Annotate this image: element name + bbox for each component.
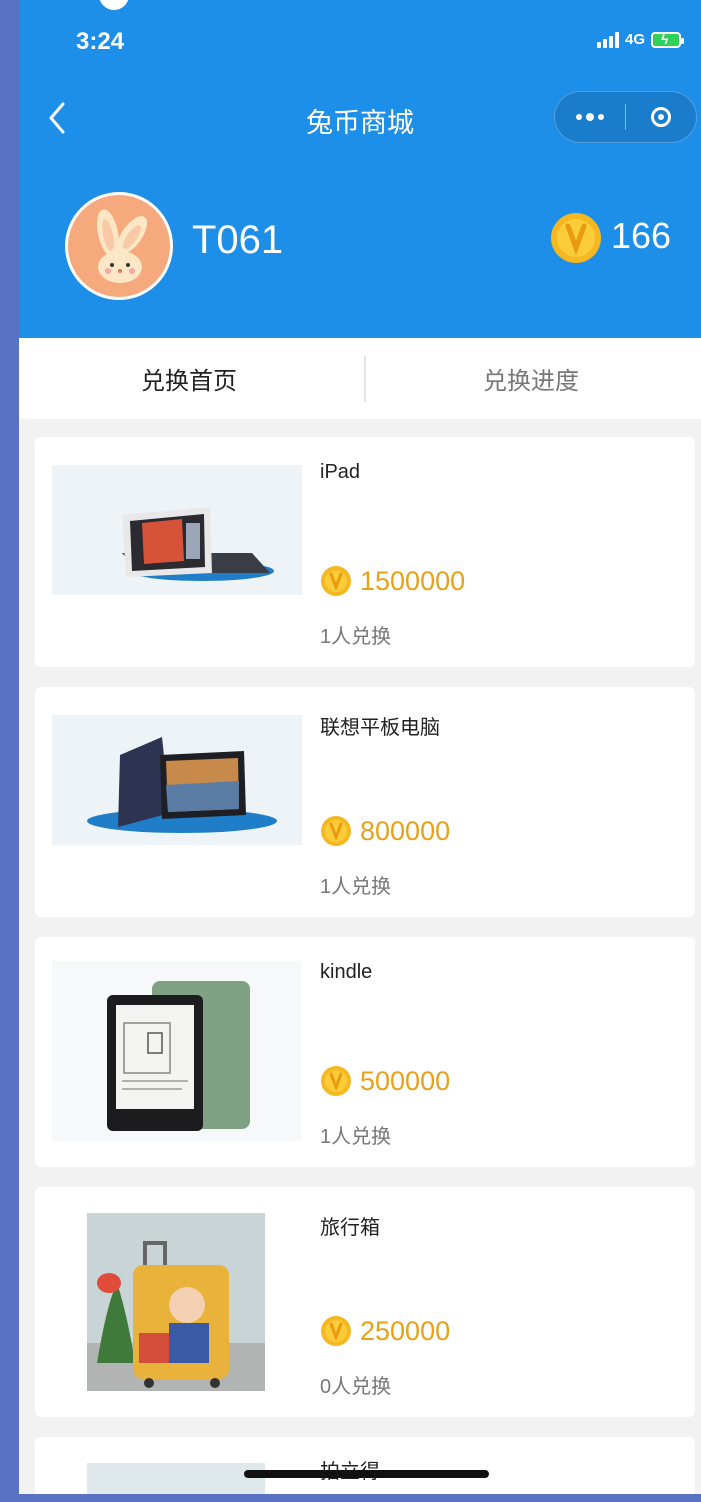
- network-label: 4G: [624, 31, 645, 48]
- mini-program-capsule: [554, 91, 697, 143]
- coin-icon: [551, 213, 601, 263]
- product-price: 500000: [320, 1065, 450, 1097]
- username: T061: [192, 218, 284, 262]
- price-value: 500000: [360, 1065, 451, 1096]
- product-card-ipad[interactable]: iPad 1500000 1人兑换: [35, 437, 695, 667]
- exchange-count: 1人兑换: [320, 1126, 392, 1148]
- tab-bar: 兑换首页 兑换进度: [19, 338, 701, 419]
- product-name: iPad: [320, 461, 361, 483]
- home-indicator[interactable]: [244, 1470, 489, 1478]
- price-value: 1500000: [360, 565, 466, 596]
- close-circle-icon: [651, 107, 671, 127]
- product-name: 联想平板电脑: [320, 717, 440, 739]
- price-value: 250000: [360, 1315, 451, 1346]
- more-dots-icon: [576, 113, 604, 121]
- coin-icon: [321, 566, 351, 596]
- exchange-count: 0人兑换: [320, 1376, 392, 1398]
- signal-icon: [596, 31, 619, 48]
- tab-exchange-progress[interactable]: 兑换进度: [361, 338, 701, 419]
- status-indicators: 4G ϟ: [596, 31, 684, 48]
- status-time: 3:24: [76, 28, 125, 55]
- product-name: 旅行箱: [320, 1217, 380, 1239]
- coin-icon: [321, 1316, 351, 1346]
- product-price: 800000: [320, 815, 450, 847]
- product-price: 1500000: [320, 565, 465, 597]
- price-value: 800000: [360, 815, 451, 846]
- product-image-kindle: [52, 961, 302, 1141]
- close-button[interactable]: [626, 92, 696, 142]
- product-image-suitcase: [87, 1213, 265, 1391]
- coin-icon: [321, 1066, 351, 1096]
- avatar[interactable]: [65, 192, 173, 300]
- exchange-count: 1人兑换: [320, 626, 392, 648]
- product-card-lenovo-tablet[interactable]: 联想平板电脑 800000 1人兑换: [35, 687, 695, 917]
- coin-icon: [321, 816, 351, 846]
- product-price: 250000: [320, 1315, 450, 1347]
- product-card-instant-camera[interactable]: 拍立得: [35, 1437, 695, 1494]
- product-card-suitcase[interactable]: 旅行箱 250000 0人兑换: [35, 1187, 695, 1417]
- product-image-instant-camera: [87, 1463, 265, 1494]
- product-name: kindle: [320, 961, 373, 983]
- product-image-lenovo-tablet: [52, 715, 302, 845]
- more-button[interactable]: [555, 92, 625, 142]
- tab-exchange-home[interactable]: 兑换首页: [19, 338, 359, 419]
- product-image-ipad: [52, 465, 302, 595]
- battery-icon: ϟ: [651, 31, 684, 48]
- coin-balance: 166: [611, 215, 672, 256]
- product-card-kindle[interactable]: kindle 500000 1人兑换: [35, 937, 695, 1167]
- exchange-count: 1人兑换: [320, 876, 392, 898]
- rabbit-avatar-icon: [97, 209, 148, 283]
- app-screen: 3:24 4G ϟ 兔币商城 T061 166 兑换首页 兑换进度 iPad 1…: [19, 0, 701, 1494]
